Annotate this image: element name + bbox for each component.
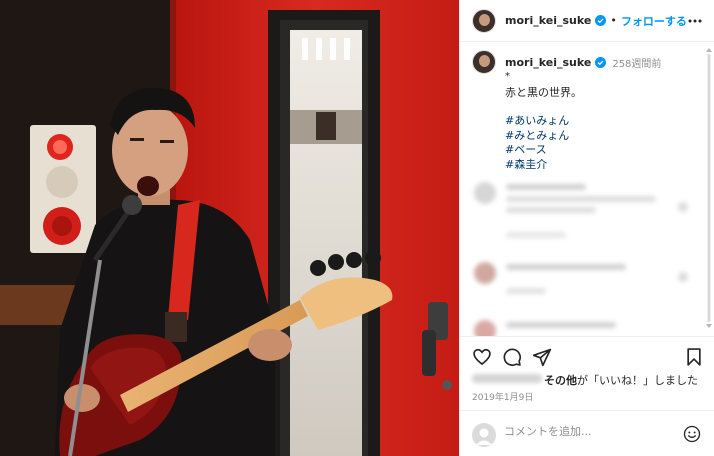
hashtag-list: #あいみょん #みとみょん #ベース #森圭介 [505,114,697,172]
header-separator: • [610,14,617,27]
post-header: mori_kei_suke • フォローする [460,0,714,42]
bookmark-icon[interactable] [684,347,704,367]
hashtag-link[interactable]: #森圭介 [505,158,697,173]
comments-scroll-area[interactable]: mori_kei_suke 258週間前 * 赤と黒の世界。 #あいみょん #み… [460,42,714,336]
post-date[interactable]: 2019年1月9日 [472,390,533,403]
caption-text: 赤と黒の世界。 [505,86,582,99]
verified-badge-icon [595,15,607,26]
hashtag-link[interactable]: #あいみょん [505,114,697,129]
post-photo[interactable] [0,0,459,456]
likes-suffix: が「いいね！」しました [577,374,698,387]
caption-username[interactable]: mori_kei_suke [505,56,591,69]
header-username[interactable]: mori_kei_suke [505,14,591,27]
verified-badge-icon [595,56,607,68]
caption-time-ago[interactable]: 258週間前 [612,55,661,70]
avatar[interactable] [472,8,496,33]
likes-text[interactable]: その他が「いいね！」しました [544,372,698,388]
default-avatar-icon [476,428,492,445]
concert-bassist-image [0,0,459,456]
user-avatar [472,423,496,447]
caption-dot: * [505,71,510,82]
liked-by-blurred [472,374,542,383]
comment-input[interactable] [504,425,674,438]
likes-others[interactable]: その他 [544,374,577,387]
more-options-icon[interactable] [687,14,703,28]
heart-icon[interactable] [472,347,492,367]
emoji-icon[interactable] [683,425,701,443]
caption: mori_kei_suke 258週間前 * 赤と黒の世界。 #あいみょん #み… [472,50,697,172]
blurred-comments [460,176,705,336]
scrollbar[interactable] [706,48,712,328]
share-icon[interactable] [532,347,552,367]
hashtag-link[interactable]: #ベース [505,143,697,158]
comment-bar [460,410,714,456]
post-side-panel: mori_kei_suke • フォローする mori_kei_suke 258… [459,0,714,456]
hashtag-link[interactable]: #みとみょん [505,129,697,144]
follow-button[interactable]: フォローする [621,13,687,29]
caption-avatar[interactable] [472,50,496,74]
comment-icon[interactable] [502,347,522,367]
